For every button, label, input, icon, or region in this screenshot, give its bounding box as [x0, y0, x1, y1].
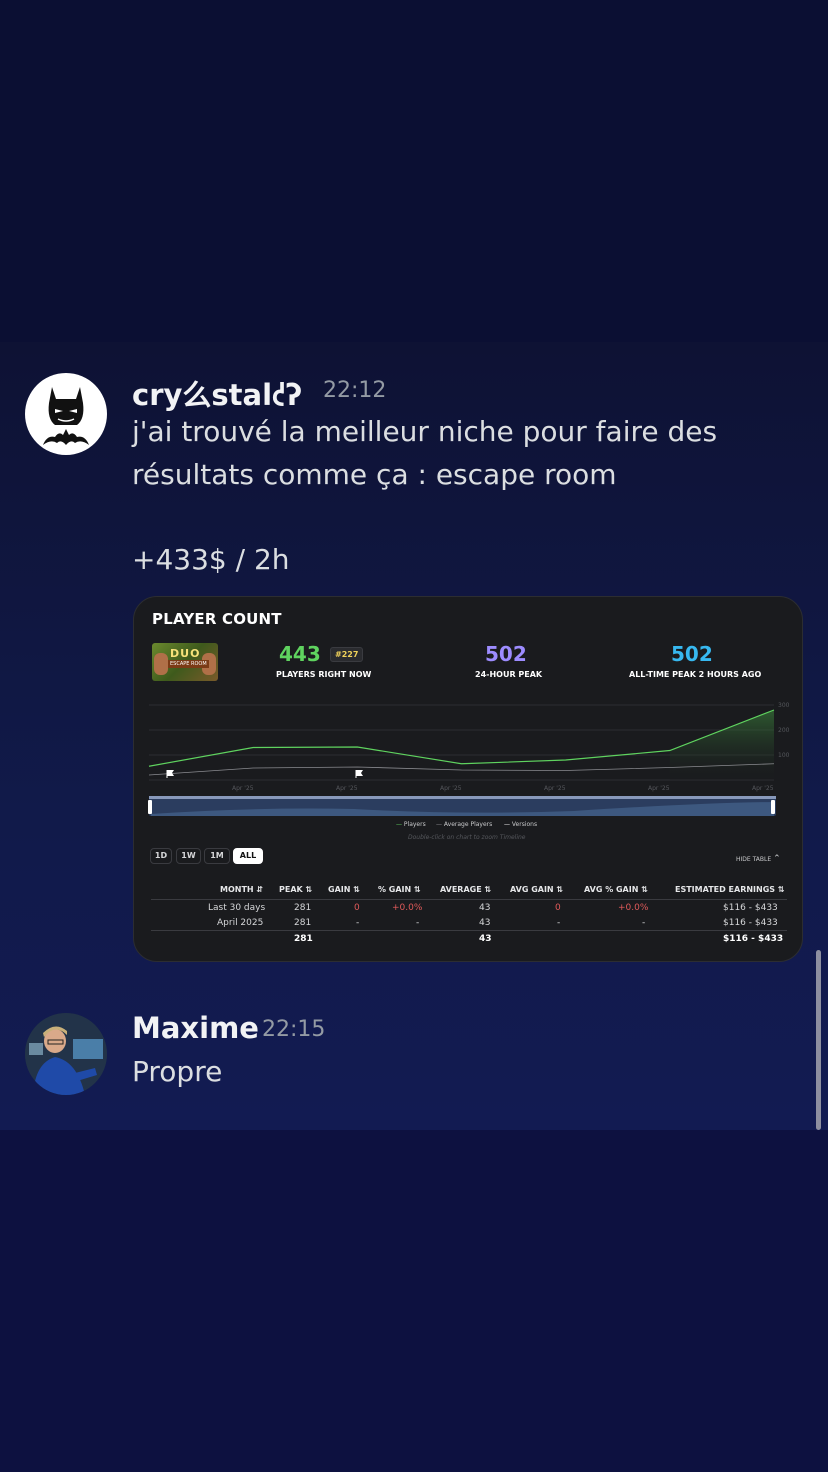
- col-average[interactable]: AVERAGE ⇅: [440, 885, 491, 894]
- table-cell: +0.0%: [392, 903, 423, 913]
- sort-icon: ⇅: [641, 885, 648, 894]
- range-1w-button[interactable]: 1W: [176, 848, 201, 864]
- message-text: Propre: [132, 1055, 223, 1088]
- table-cell: -: [416, 918, 420, 928]
- top-blank-area: [0, 0, 828, 342]
- col-month[interactable]: MONTH ⇵: [220, 885, 263, 894]
- batman-icon: [43, 387, 89, 445]
- sort-icon: ⇅: [556, 885, 564, 894]
- timestamp: 22:12: [323, 378, 387, 403]
- table-cell: +0.0%: [618, 903, 649, 913]
- x-tick-label: Apr '25: [752, 785, 774, 792]
- table-cell: 281: [294, 918, 312, 928]
- x-tick-label: Apr '25: [648, 785, 670, 792]
- hide-table-toggle[interactable]: HIDE TABLE ⌃: [736, 854, 781, 864]
- table-cell: -: [642, 918, 646, 928]
- y-tick-label: 300: [778, 702, 790, 709]
- range-all-button[interactable]: ALL: [233, 848, 263, 864]
- x-tick-label: Apr '25: [232, 785, 254, 792]
- legend-players[interactable]: — Players: [396, 821, 426, 828]
- person-photo-icon: [25, 1013, 107, 1095]
- range-1d-button[interactable]: 1D: [150, 848, 172, 864]
- table-cell: $116 - $433: [723, 903, 778, 913]
- player-count-embed[interactable]: PLAYER COUNT DUO ESCAPE ROOM 443 #227 PL…: [133, 596, 803, 962]
- table-cell: April 2025: [217, 918, 264, 928]
- flag-marker[interactable]: [166, 770, 174, 778]
- zoom-hint: Double-click on chart to zoom Timeline: [408, 834, 526, 841]
- col-gain[interactable]: GAIN ⇅: [328, 885, 360, 894]
- table-cell: 0: [555, 903, 561, 913]
- col-avg-pct-gain[interactable]: AVG % GAIN ⇅: [584, 885, 648, 894]
- table-divider: [151, 930, 787, 931]
- player-chart[interactable]: 300 200 100 Apr '25 Apr '25 Apr '25 Apr '25 Ap…: [134, 597, 803, 837]
- chevron-up-icon: ⌃: [773, 854, 781, 864]
- message-text: +433$ / 2h: [132, 543, 290, 576]
- username[interactable]: cry么stal𐑒ʔ: [132, 372, 302, 414]
- table-cell: -: [356, 918, 360, 928]
- flag-marker[interactable]: [355, 770, 363, 778]
- x-tick-label: Apr '25: [440, 785, 462, 792]
- table-divider: [151, 899, 787, 900]
- table-cell: Last 30 days: [208, 903, 266, 913]
- x-tick-label: Apr '25: [336, 785, 358, 792]
- table-cell: $116 - $433: [723, 918, 778, 928]
- sort-icon: ⇅: [777, 885, 785, 894]
- x-tick-label: Apr '25: [544, 785, 566, 792]
- y-tick-label: 200: [778, 727, 790, 734]
- bottom-blank-area: [0, 1130, 828, 1472]
- navigator-handle-left[interactable]: [148, 800, 152, 814]
- navigator-scrollbar[interactable]: [149, 796, 776, 799]
- table-cell: 43: [479, 903, 491, 913]
- legend-average[interactable]: — Average Players: [436, 821, 492, 828]
- sort-icon: ⇅: [353, 885, 360, 894]
- table-cell: 43: [479, 918, 491, 928]
- username[interactable]: Maxime: [132, 1011, 259, 1045]
- table-total: 281: [294, 934, 313, 944]
- scrollbar[interactable]: [816, 950, 821, 1130]
- table-cell: 0: [354, 903, 360, 913]
- batman-avatar[interactable]: [25, 373, 107, 455]
- message-text: j'ai trouvé la meilleur niche pour faire…: [132, 415, 718, 448]
- navigator-handle-right[interactable]: [771, 800, 775, 814]
- legend-versions[interactable]: — Versions: [504, 821, 537, 828]
- range-1m-button[interactable]: 1M: [204, 848, 230, 864]
- y-tick-label: 100: [778, 752, 790, 759]
- table-total: $116 - $433: [723, 934, 784, 944]
- col-avg-gain[interactable]: AVG GAIN ⇅: [510, 885, 563, 894]
- sort-icon: ⇅: [484, 885, 492, 894]
- col-peak[interactable]: PEAK ⇅: [279, 885, 312, 894]
- sort-icon: ⇵: [256, 885, 264, 894]
- col-estimated-earnings[interactable]: ESTIMATED EARNINGS ⇅: [675, 885, 785, 894]
- sort-icon: ⇅: [414, 885, 421, 894]
- sort-icon: ⇅: [305, 885, 313, 894]
- table-cell: -: [557, 918, 561, 928]
- message-text: résultats comme ça : escape room: [132, 458, 617, 491]
- photo-avatar[interactable]: [25, 1013, 107, 1095]
- table-cell: 281: [294, 903, 312, 913]
- table-total: 43: [479, 934, 492, 944]
- col-pct-gain[interactable]: % GAIN ⇅: [378, 885, 421, 894]
- timestamp: 22:15: [262, 1017, 326, 1042]
